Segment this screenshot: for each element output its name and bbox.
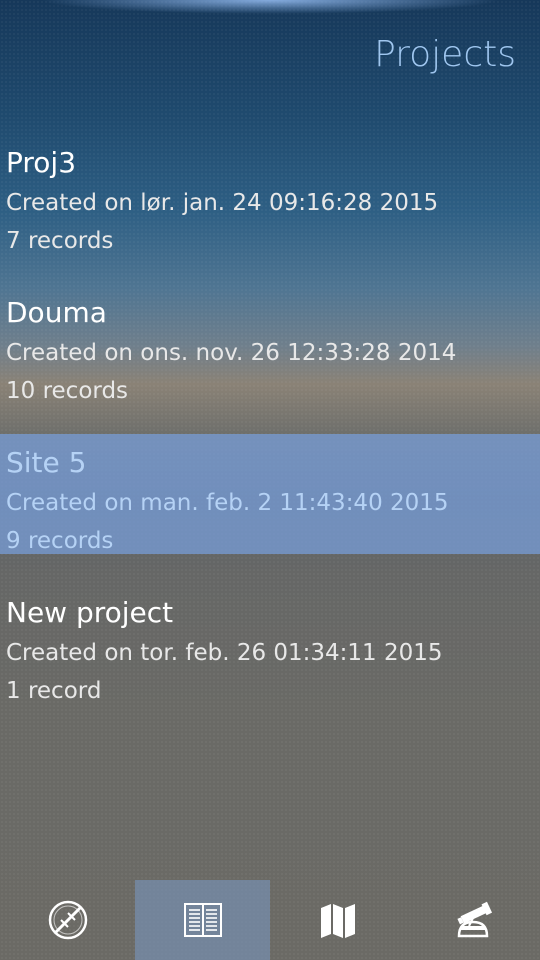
project-name: Proj3 [6,146,77,179]
page-title: Projects [374,34,516,75]
list-item-new-project[interactable]: New project Created on tor. feb. 26 01:3… [0,584,540,734]
map-icon [320,904,355,938]
map-button[interactable] [270,880,405,960]
project-records: 9 records [6,528,114,554]
project-created: Created on man. feb. 2 11:43:40 2015 [6,490,449,516]
list-item-douma[interactable]: Douma Created on ons. nov. 26 12:33:28 2… [0,284,540,434]
project-name: New project [6,596,174,629]
project-name: Site 5 [6,446,87,479]
project-list: Proj3 Created on lør. jan. 24 09:16:28 2… [0,134,540,734]
project-created: Created on lør. jan. 24 09:16:28 2015 [6,190,439,216]
compass-button[interactable] [0,880,135,960]
project-created: Created on tor. feb. 26 01:34:11 2015 [6,640,443,666]
telescope-button[interactable] [405,880,540,960]
top-glow [40,0,500,14]
project-records: 10 records [6,378,129,404]
list-item-proj3[interactable]: Proj3 Created on lør. jan. 24 09:16:28 2… [0,134,540,284]
telescope-icon [456,901,492,938]
compass-icon [48,900,87,940]
project-created: Created on ons. nov. 26 12:33:28 2014 [6,340,457,366]
records-list-button[interactable] [135,880,270,960]
project-records: 7 records [6,228,114,254]
list-item-site-5[interactable]: Site 5 Created on man. feb. 2 11:43:40 2… [0,434,540,554]
records-list-icon [183,903,222,937]
project-name: Douma [6,296,107,329]
project-records: 1 record [6,678,102,704]
bottom-toolbar [0,880,540,960]
